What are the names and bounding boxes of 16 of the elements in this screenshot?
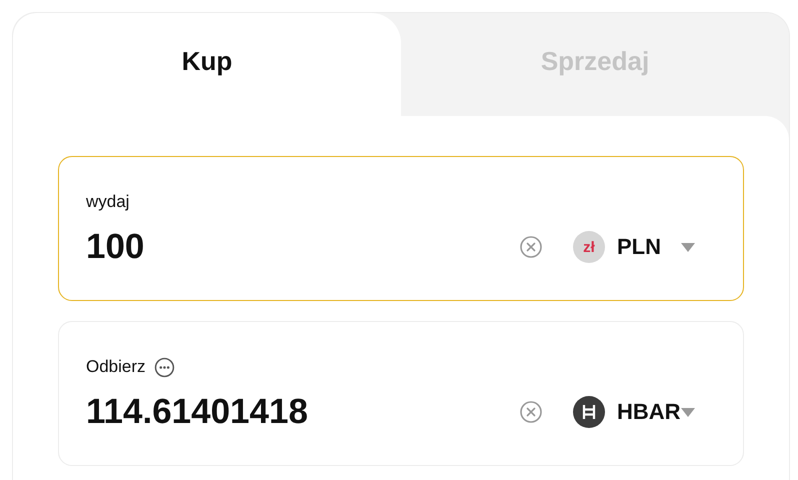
amount-value: 100: [86, 227, 146, 267]
field-label: Odbierz: [86, 357, 146, 377]
currency-selector[interactable]: HBAR: [573, 396, 703, 428]
currency-symbol-icon: zł: [573, 231, 605, 263]
amount-field[interactable]: wydaj 100 zł PLN: [58, 156, 744, 301]
field-label: wydaj: [86, 192, 130, 212]
caret-icon: [681, 408, 695, 416]
amount-value: 114.61401418: [86, 392, 309, 432]
more-icon[interactable]: [154, 356, 175, 378]
amount-field[interactable]: Odbierz 114.61401418 HBAR: [58, 321, 744, 466]
coin-icon: [573, 396, 605, 428]
caret-icon: [681, 242, 695, 252]
currency-selector[interactable]: zł PLN: [573, 231, 703, 263]
tab[interactable]: Kup: [13, 13, 401, 116]
clear-icon[interactable]: [519, 235, 543, 259]
clear-icon[interactable]: [519, 400, 543, 424]
